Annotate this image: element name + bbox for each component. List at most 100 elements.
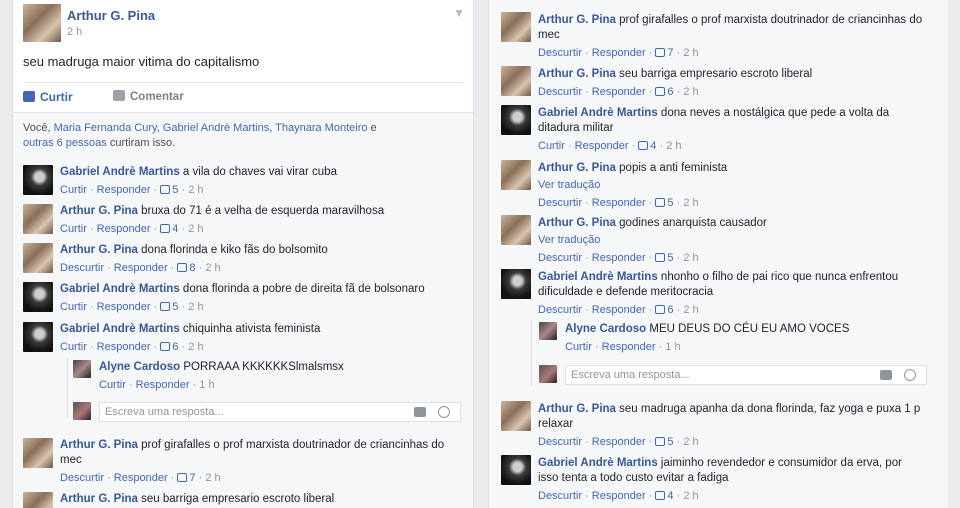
like-link[interactable]: Curtir [60,341,87,353]
avatar[interactable] [23,282,53,312]
smiley-icon[interactable] [438,406,450,418]
avatar[interactable] [501,401,531,431]
comment-author[interactable]: Gabriel Andrè Martins [538,457,658,469]
like-count[interactable]: 5 [667,197,673,209]
avatar[interactable] [23,492,53,508]
comment-time[interactable]: 2 h [205,262,220,274]
reply-link[interactable]: Responder [575,140,629,152]
reply-link[interactable]: Responder [114,472,168,484]
like-count[interactable]: 5 [172,184,178,196]
reply-link[interactable]: Responder [97,301,151,313]
comment-author[interactable]: Arthur G. Pina [538,403,616,415]
avatar[interactable] [501,455,531,485]
comment-time[interactable]: 2 h [188,223,203,235]
avatar[interactable] [501,269,531,299]
avatar[interactable] [501,66,531,96]
avatar[interactable] [23,4,61,42]
like-count[interactable]: 8 [189,262,195,274]
like-count[interactable]: 5 [667,252,673,264]
see-translation-link[interactable]: Ver tradução [538,233,933,248]
like-count[interactable]: 4 [667,490,673,502]
comment-author[interactable]: Arthur G. Pina [538,14,616,26]
comment-time[interactable]: 2 h [666,140,681,152]
post-author[interactable]: Arthur G. Pina [67,8,155,23]
comment-author[interactable]: Gabriel Andrè Martins [60,283,180,295]
reply-link[interactable]: Responder [592,47,646,59]
like-button[interactable]: Curtir [23,90,73,104]
like-link[interactable]: Curtir [565,341,592,353]
comment-time[interactable]: 2 h [683,436,698,448]
like-link[interactable]: Curtir [60,184,87,196]
like-link[interactable]: Descurtir [538,252,582,264]
comment-time[interactable]: 1 h [199,379,214,391]
comment-author[interactable]: Arthur G. Pina [538,162,616,174]
like-count[interactable]: 5 [667,436,673,448]
reply-link[interactable]: Responder [592,304,646,316]
comment-author[interactable]: Arthur G. Pina [60,493,138,505]
comment-author[interactable]: Arthur G. Pina [60,244,138,256]
comment-author[interactable]: Gabriel Andrè Martins [538,271,658,283]
comment-author[interactable]: Arthur G. Pina [60,205,138,217]
avatar[interactable] [501,215,531,245]
comment-time[interactable]: 2 h [683,47,698,59]
comment-time[interactable]: 2 h [188,341,203,353]
comment-button[interactable]: Comentar [113,90,184,105]
reply-link[interactable]: Responder [97,223,151,235]
comment-time[interactable]: 2 h [188,301,203,313]
liker-link[interactable]: Thaynara Monteiro [275,122,367,134]
reply-input[interactable]: Escreva uma resposta... [99,402,461,422]
reply-link[interactable]: Responder [592,436,646,448]
like-link[interactable]: Descurtir [538,436,582,448]
avatar[interactable] [501,160,531,190]
comment-author[interactable]: Gabriel Andrè Martins [60,166,180,178]
chevron-down-icon[interactable]: ▼ [453,6,465,20]
reply-link[interactable]: Responder [97,184,151,196]
reply-link[interactable]: Responder [592,86,646,98]
reply-link[interactable]: Responder [136,379,190,391]
comment-time[interactable]: 2 h [188,184,203,196]
reply-link[interactable]: Responder [97,341,151,353]
comment-author[interactable]: Alyne Cardoso [565,323,646,335]
comment-time[interactable]: 2 h [683,86,698,98]
comment-time[interactable]: 2 h [683,490,698,502]
avatar[interactable] [501,105,531,135]
avatar[interactable] [23,438,53,468]
avatar[interactable] [23,243,53,273]
like-link[interactable]: Curtir [60,223,87,235]
comment-author[interactable]: Arthur G. Pina [538,68,616,80]
like-link[interactable]: Descurtir [538,197,582,209]
reply-link[interactable]: Responder [592,490,646,502]
like-count[interactable]: 5 [172,301,178,313]
comment-time[interactable]: 2 h [205,472,220,484]
like-count[interactable]: 6 [667,86,673,98]
liker-link[interactable]: Maria Fernanda Cury [54,122,157,134]
like-link[interactable]: Descurtir [60,262,104,274]
like-count[interactable]: 7 [189,472,195,484]
liker-link[interactable]: Gabriel Andrè Martins [163,122,269,134]
reply-link[interactable]: Responder [114,262,168,274]
like-link[interactable]: Curtir [538,140,565,152]
see-translation-link[interactable]: Ver tradução [538,178,933,193]
comment-time[interactable]: 1 h [665,341,680,353]
like-link[interactable]: Descurtir [538,47,582,59]
like-link[interactable]: Descurtir [538,490,582,502]
comment-author[interactable]: Arthur G. Pina [60,439,138,451]
avatar[interactable] [501,12,531,42]
comment-time[interactable]: 2 h [683,304,698,316]
smiley-icon[interactable] [904,369,916,381]
avatar[interactable] [539,322,557,340]
comment-time[interactable]: 2 h [683,252,698,264]
avatar[interactable] [73,360,91,378]
reply-link[interactable]: Responder [592,197,646,209]
like-link[interactable]: Curtir [60,301,87,313]
comment-time[interactable]: 2 h [683,197,698,209]
reply-input[interactable]: Escreva uma resposta... [565,365,927,385]
camera-icon[interactable] [414,407,426,417]
like-count[interactable]: 4 [172,223,178,235]
comment-author[interactable]: Gabriel Andrè Martins [60,323,180,335]
like-link[interactable]: Descurtir [538,86,582,98]
like-link[interactable]: Curtir [99,379,126,391]
like-count[interactable]: 4 [650,140,656,152]
like-link[interactable]: Descurtir [60,472,104,484]
avatar[interactable] [23,322,53,352]
